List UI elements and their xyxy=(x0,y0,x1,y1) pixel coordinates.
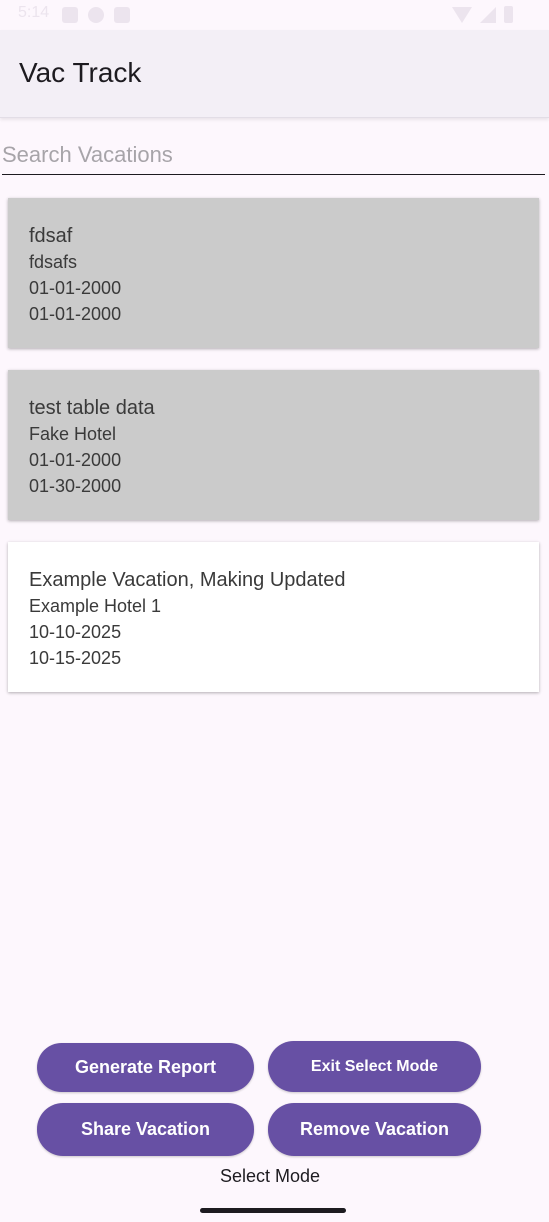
remove-vacation-button[interactable]: Remove Vacation xyxy=(268,1103,481,1156)
battery-icon xyxy=(504,6,513,23)
status-time: 5:14 xyxy=(18,4,50,21)
vacation-end-date: 10-15-2025 xyxy=(29,648,122,668)
vacation-start-date: 10-10-2025 xyxy=(29,622,122,642)
vacation-card[interactable]: fdsaf fdsafs 01-01-2000 01-01-2000 xyxy=(8,198,539,348)
select-mode-label: Select Mode xyxy=(219,1166,321,1186)
vacation-title: Example Vacation, Making Updated xyxy=(29,569,346,591)
vacation-card[interactable]: test table data Fake Hotel 01-01-2000 01… xyxy=(8,370,539,520)
vacation-end-date: 01-30-2000 xyxy=(29,476,122,496)
vacation-title: test table data xyxy=(29,397,155,419)
dnd-icon xyxy=(88,7,104,23)
exit-select-mode-button[interactable]: Exit Select Mode xyxy=(268,1041,481,1092)
app-bar: Vac Track xyxy=(0,30,549,118)
status-bar: 5:14 xyxy=(0,0,549,30)
vacation-title: fdsaf xyxy=(29,225,73,247)
vacation-start-date: 01-01-2000 xyxy=(29,450,122,470)
vacation-start-date: 01-01-2000 xyxy=(29,278,122,298)
search-field xyxy=(2,138,545,175)
vacation-hotel: Fake Hotel xyxy=(29,424,117,444)
vacation-end-date: 01-01-2000 xyxy=(29,304,122,324)
app-title: Vac Track xyxy=(19,57,142,88)
app-notification-icon xyxy=(114,7,130,23)
gesture-navigation-bar[interactable] xyxy=(200,1208,346,1213)
vacation-card[interactable]: Example Vacation, Making Updated Example… xyxy=(8,542,539,692)
search-input[interactable] xyxy=(2,138,545,172)
vacation-hotel: Example Hotel 1 xyxy=(29,596,162,616)
wifi-icon xyxy=(452,7,472,23)
notification-icon xyxy=(62,7,78,23)
share-vacation-button[interactable]: Share Vacation xyxy=(37,1103,254,1156)
vacation-hotel: fdsafs xyxy=(29,252,78,272)
notification-icons xyxy=(62,7,130,23)
generate-report-button[interactable]: Generate Report xyxy=(37,1043,254,1092)
signal-icon xyxy=(480,7,496,23)
system-icons xyxy=(452,6,513,23)
